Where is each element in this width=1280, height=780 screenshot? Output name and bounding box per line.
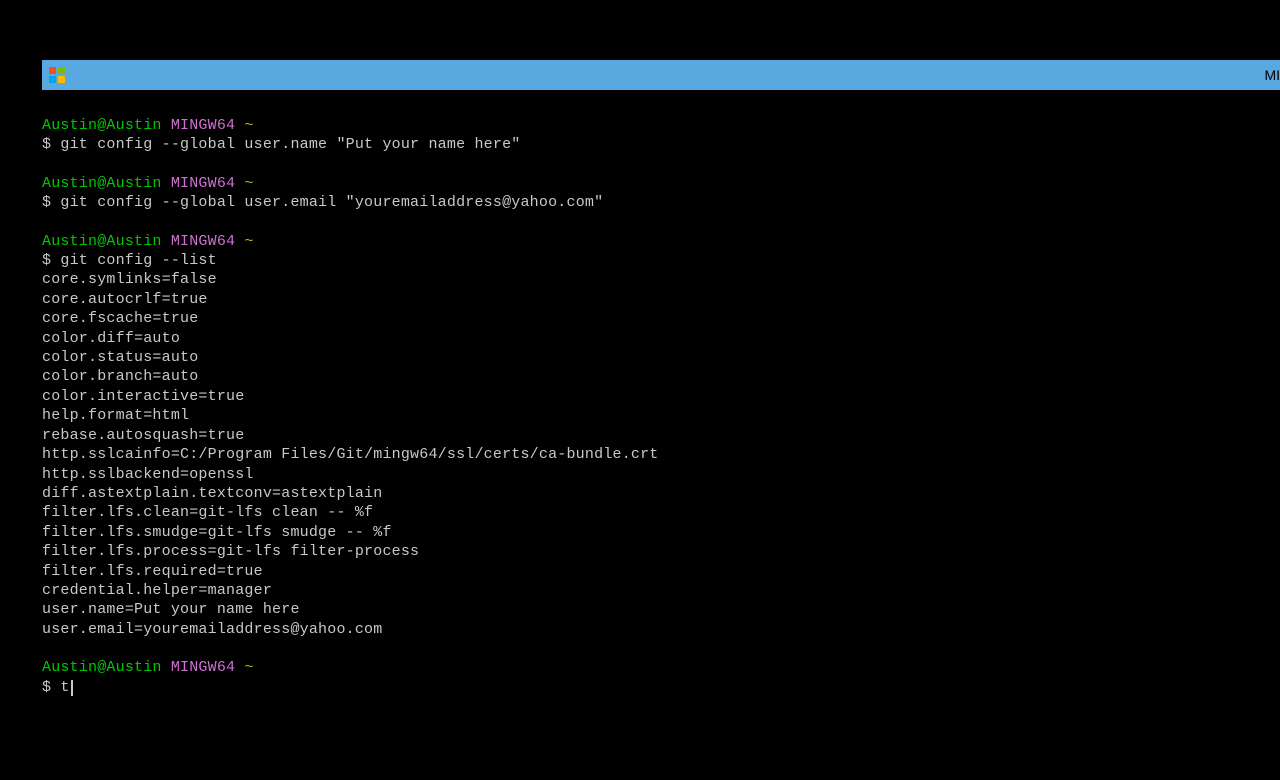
prompt-dollar: $ — [42, 194, 60, 211]
prompt-path: ~ — [244, 659, 253, 676]
output-line: diff.astextplain.textconv=astextplain — [42, 484, 1280, 503]
output-line: filter.lfs.smudge=git-lfs smudge -- %f — [42, 523, 1280, 542]
window-title-bar[interactable]: MI — [42, 60, 1280, 90]
prompt-line: Austin@Austin MINGW64 ~ — [42, 116, 1280, 135]
terminal-viewport[interactable]: Austin@Austin MINGW64 ~ $ git config --g… — [42, 90, 1280, 697]
window-title-text: MI — [1264, 67, 1280, 83]
prompt-dollar: $ — [42, 136, 60, 153]
output-line: filter.lfs.required=true — [42, 562, 1280, 581]
output-line: color.branch=auto — [42, 367, 1280, 386]
command-text: git config --global user.name "Put your … — [60, 136, 520, 153]
prompt-line: Austin@Austin MINGW64 ~ — [42, 174, 1280, 193]
prompt-env: MINGW64 — [171, 659, 235, 676]
prompt-line: Austin@Austin MINGW64 ~ — [42, 232, 1280, 251]
command-line: $ git config --global user.email "yourem… — [42, 193, 1280, 212]
output-line: http.sslcainfo=C:/Program Files/Git/ming… — [42, 445, 1280, 464]
app-icon — [48, 66, 66, 84]
command-block: Austin@Austin MINGW64 ~ $ git config --l… — [42, 232, 1280, 640]
prompt-user-host: Austin@Austin — [42, 659, 162, 676]
output-line: help.format=html — [42, 406, 1280, 425]
prompt-env: MINGW64 — [171, 175, 235, 192]
command-block: Austin@Austin MINGW64 ~ $ t — [42, 658, 1280, 697]
prompt-user-host: Austin@Austin — [42, 117, 162, 134]
prompt-env: MINGW64 — [171, 117, 235, 134]
output-line: credential.helper=manager — [42, 581, 1280, 600]
prompt-env: MINGW64 — [171, 233, 235, 250]
text-cursor — [71, 680, 73, 696]
command-text: t — [60, 679, 69, 696]
prompt-user-host: Austin@Austin — [42, 175, 162, 192]
prompt-user-host: Austin@Austin — [42, 233, 162, 250]
output-line: user.email=youremailaddress@yahoo.com — [42, 620, 1280, 639]
prompt-path: ~ — [244, 175, 253, 192]
output-line: filter.lfs.clean=git-lfs clean -- %f — [42, 503, 1280, 522]
output-line: core.autocrlf=true — [42, 290, 1280, 309]
output-line: user.name=Put your name here — [42, 600, 1280, 619]
output-line: rebase.autosquash=true — [42, 426, 1280, 445]
prompt-line: Austin@Austin MINGW64 ~ — [42, 658, 1280, 677]
output-line: core.symlinks=false — [42, 270, 1280, 289]
output-line: color.status=auto — [42, 348, 1280, 367]
command-text: git config --list — [60, 252, 216, 269]
command-block: Austin@Austin MINGW64 ~ $ git config --g… — [42, 174, 1280, 213]
output-line: http.sslbackend=openssl — [42, 465, 1280, 484]
command-input-line[interactable]: $ t — [42, 678, 1280, 697]
prompt-path: ~ — [244, 117, 253, 134]
command-block: Austin@Austin MINGW64 ~ $ git config --g… — [42, 116, 1280, 155]
command-line: $ git config --list — [42, 251, 1280, 270]
output-line: core.fscache=true — [42, 309, 1280, 328]
output-line: color.diff=auto — [42, 329, 1280, 348]
command-line: $ git config --global user.name "Put you… — [42, 135, 1280, 154]
command-text: git config --global user.email "youremai… — [60, 194, 603, 211]
prompt-path: ~ — [244, 233, 253, 250]
prompt-dollar: $ — [42, 679, 60, 696]
output-line: color.interactive=true — [42, 387, 1280, 406]
output-line: filter.lfs.process=git-lfs filter-proces… — [42, 542, 1280, 561]
prompt-dollar: $ — [42, 252, 60, 269]
